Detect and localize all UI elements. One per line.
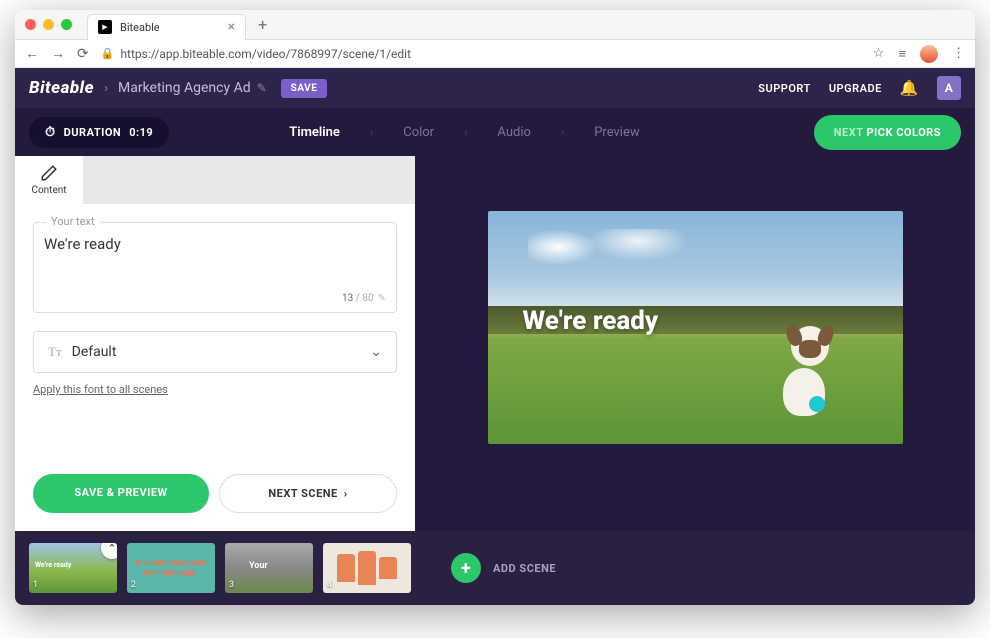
add-scene[interactable]: + ADD SCENE	[451, 553, 556, 583]
step-audio[interactable]: Audio	[497, 125, 530, 140]
timeline-strip: We're ready 1 ⌃ to supercharge your next…	[15, 531, 975, 605]
reload-button[interactable]: ⟳	[77, 46, 89, 62]
text-field-label: Your text	[46, 215, 100, 228]
forward-button[interactable]: →	[51, 45, 65, 62]
step-nav: Timeline › Color › Audio › Preview	[289, 125, 639, 140]
app-header: Biteable › Marketing Agency Ad ✎ SAVE SU…	[15, 68, 975, 108]
chevron-icon: ›	[370, 126, 373, 139]
tab-title: Biteable	[120, 21, 160, 34]
upgrade-link[interactable]: UPGRADE	[829, 82, 882, 95]
window-controls	[25, 19, 72, 30]
support-link[interactable]: SUPPORT	[758, 82, 811, 95]
preview-area: We're ready	[415, 156, 975, 531]
menu-icon[interactable]: ⋮	[952, 46, 965, 61]
back-button[interactable]: ←	[25, 45, 39, 62]
dog-illustration	[773, 326, 843, 416]
duration-label: DURATION	[64, 126, 122, 139]
lock-icon: 🔒	[101, 47, 115, 60]
browser-titlebar: Biteable × +	[15, 10, 975, 40]
scene-text-input[interactable]	[44, 235, 386, 287]
project-name[interactable]: Marketing Agency Ad	[118, 80, 251, 96]
minimize-window[interactable]	[43, 19, 54, 30]
breadcrumb-chevron-icon: ›	[104, 81, 108, 96]
chevron-icon: ›	[561, 126, 564, 139]
chevron-right-icon: ›	[344, 487, 348, 500]
address-bar: ← → ⟳ 🔒 https://app.biteable.com/video/7…	[15, 40, 975, 68]
browser-tab[interactable]: Biteable ×	[87, 14, 246, 40]
apply-font-link[interactable]: Apply this font to all scenes	[33, 383, 397, 396]
font-select[interactable]: Tᴛ Default ⌄	[33, 331, 397, 373]
text-field-wrap: Your text 13 / 80✎	[33, 222, 397, 313]
close-window[interactable]	[25, 19, 36, 30]
plus-icon: +	[451, 553, 481, 583]
new-tab-button[interactable]: +	[258, 15, 267, 34]
star-icon[interactable]: ☆	[873, 46, 885, 61]
sub-header: ⏱ DURATION 0:19 Timeline › Color › Audio…	[15, 108, 975, 156]
next-action: PICK COLORS	[866, 126, 941, 139]
scene-thumb-4[interactable]: 4	[323, 543, 411, 593]
font-icon: Tᴛ	[48, 344, 62, 360]
clock-icon: ⏱	[45, 125, 56, 140]
content-tab-label: Content	[31, 185, 66, 196]
next-prefix: NEXT	[834, 126, 863, 139]
maximize-window[interactable]	[61, 19, 72, 30]
duration-pill[interactable]: ⏱ DURATION 0:19	[29, 117, 169, 148]
user-menu[interactable]: A	[937, 76, 961, 100]
font-value: Default	[72, 344, 117, 360]
scene-thumb-3[interactable]: Your 3	[225, 543, 313, 593]
next-step-button[interactable]: NEXT PICK COLORS	[814, 115, 961, 150]
favicon-icon	[98, 20, 112, 34]
save-button[interactable]: SAVE	[281, 79, 328, 98]
tab-close-icon[interactable]: ×	[228, 19, 235, 35]
step-timeline[interactable]: Timeline	[289, 125, 340, 140]
bell-icon[interactable]: 🔔	[900, 79, 919, 97]
extension-icon[interactable]: ≡	[898, 46, 906, 62]
step-color[interactable]: Color	[403, 125, 434, 140]
pencil-icon	[40, 164, 58, 182]
sky-decoration	[528, 229, 708, 264]
brand-logo[interactable]: Biteable	[29, 78, 94, 98]
save-preview-button[interactable]: SAVE & PREVIEW	[33, 474, 209, 513]
content-tab[interactable]: Content	[15, 156, 83, 204]
editor-tabs: Content	[15, 156, 415, 204]
edit-icon[interactable]: ✎	[378, 293, 386, 304]
overlay-text: We're ready	[523, 306, 659, 336]
editor-panel: Content Your text 13 / 80✎ Tᴛ Default ⌄ …	[15, 156, 415, 531]
step-preview[interactable]: Preview	[594, 125, 639, 140]
add-scene-label: ADD SCENE	[493, 562, 556, 575]
duration-value: 0:19	[129, 126, 153, 139]
video-canvas[interactable]: We're ready	[488, 211, 903, 444]
ball-decoration	[809, 396, 825, 412]
expand-icon[interactable]: ⌃	[101, 543, 117, 559]
chevron-down-icon: ⌄	[370, 344, 382, 360]
scene-thumb-1[interactable]: We're ready 1 ⌃	[29, 543, 117, 593]
edit-name-icon[interactable]: ✎	[257, 81, 267, 95]
chevron-icon: ›	[464, 126, 467, 139]
next-scene-button[interactable]: NEXT SCENE ›	[219, 474, 397, 513]
char-counter: 13 / 80✎	[44, 293, 386, 304]
scene-thumb-2[interactable]: to supercharge your next campaign. 2	[127, 543, 215, 593]
profile-avatar[interactable]	[920, 45, 938, 63]
url-text[interactable]: https://app.biteable.com/video/7868997/s…	[120, 47, 411, 61]
